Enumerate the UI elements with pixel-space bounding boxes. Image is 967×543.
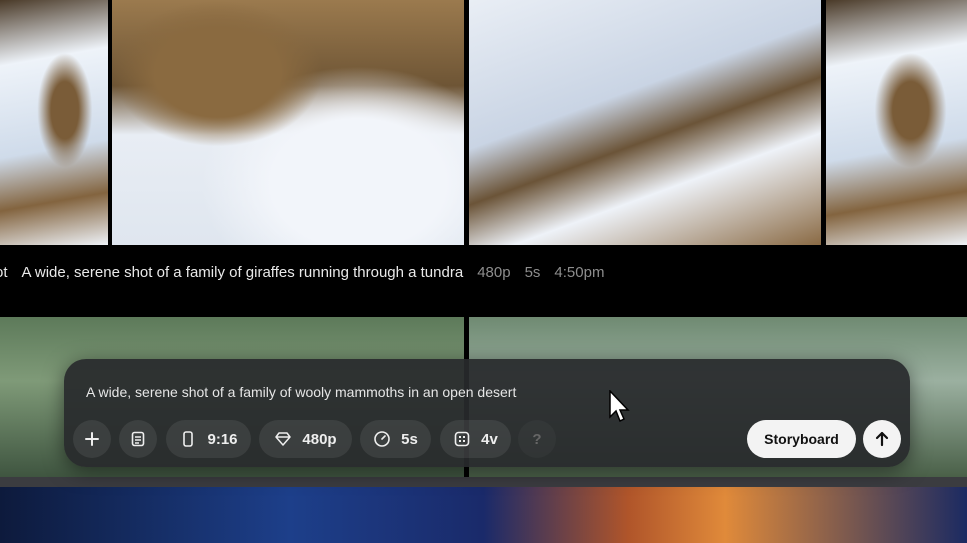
submit-button[interactable] [863, 420, 901, 458]
phone-portrait-icon [183, 431, 194, 447]
help-icon: ? [532, 430, 542, 448]
diamond-icon [275, 432, 292, 446]
video-thumbnail[interactable] [0, 0, 108, 245]
add-button[interactable] [73, 420, 111, 458]
timer-icon [374, 431, 390, 447]
prompt-composer: A wide, serene shot of a family of wooly… [64, 359, 910, 467]
presets-button[interactable] [119, 420, 157, 458]
caption-prompt: A wide, serene shot of a family of giraf… [21, 263, 464, 281]
prompt-input[interactable]: A wide, serene shot of a family of wooly… [86, 384, 516, 400]
caption-resolution: 480p [477, 263, 511, 281]
settings-card-icon [131, 431, 145, 447]
mouse-cursor-icon [609, 390, 630, 423]
help-button[interactable]: ? [518, 420, 556, 458]
resolution-value: 480p [302, 430, 337, 448]
storyboard-button[interactable]: Storyboard [747, 420, 856, 458]
arrow-up-icon [875, 431, 889, 447]
duration-value: 5s [401, 430, 418, 448]
caption-time: 4:50pm [554, 263, 605, 281]
caption-prefix: ot [0, 263, 8, 281]
caption-duration: 5s [524, 263, 541, 281]
video-caption: ot A wide, serene shot of a family of gi… [0, 262, 604, 282]
desktop-background [0, 487, 967, 543]
video-thumbnail[interactable] [112, 0, 464, 245]
video-thumbnail[interactable] [826, 0, 967, 245]
video-thumbnail[interactable] [469, 0, 821, 245]
window-edge [0, 477, 967, 487]
duration-button[interactable]: 5s [360, 420, 431, 458]
grid-icon [454, 431, 470, 447]
aspect-ratio-button[interactable]: 9:16 [166, 420, 251, 458]
variations-button[interactable]: 4v [440, 420, 511, 458]
aspect-ratio-value: 9:16 [207, 430, 238, 448]
variations-value: 4v [481, 430, 498, 448]
plus-icon [85, 432, 99, 446]
resolution-button[interactable]: 480p [259, 420, 352, 458]
